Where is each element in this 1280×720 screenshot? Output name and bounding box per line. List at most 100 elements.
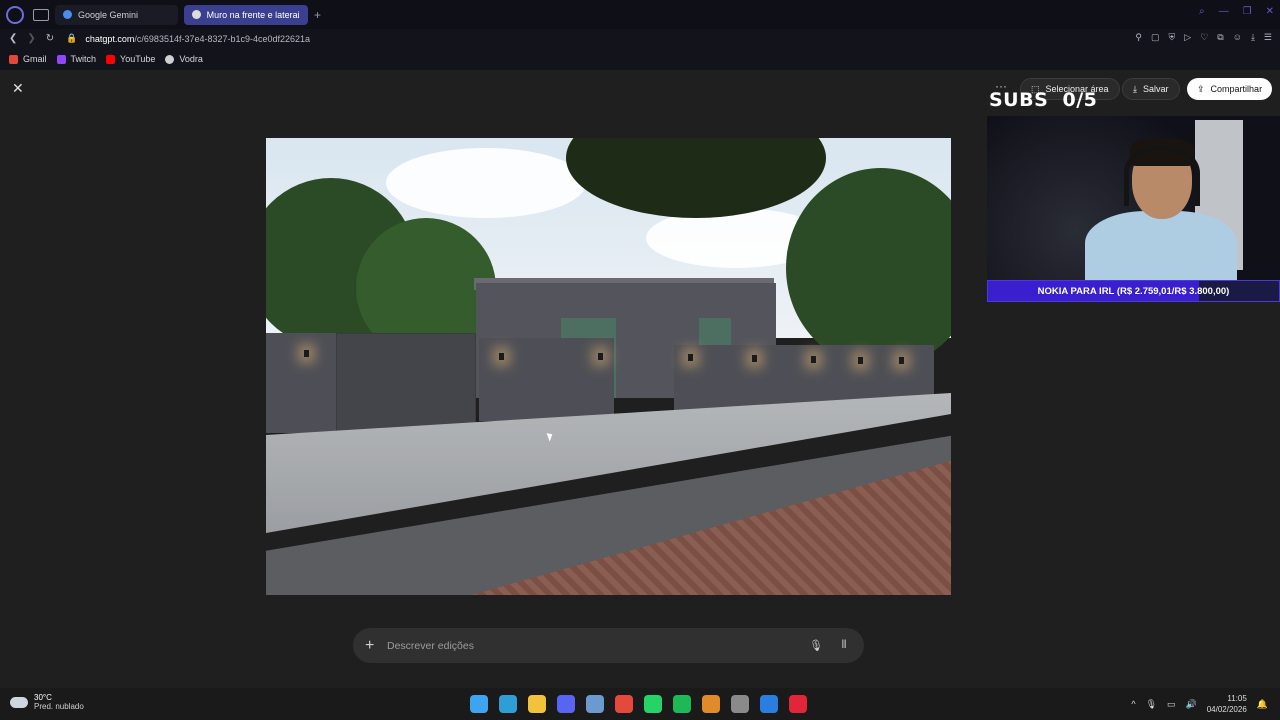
- temperature: 30°C: [34, 693, 52, 702]
- youtube-icon: [106, 54, 116, 64]
- goal-text: NOKIA PARA IRL (R$ 2.759,01/R$ 3.800,00): [1037, 285, 1230, 297]
- download-icon[interactable]: ⤓: [1251, 32, 1255, 43]
- tab-google-gemini[interactable]: Google Gemini: [55, 4, 178, 25]
- windows-start-icon[interactable]: [470, 695, 488, 713]
- subs-count: 0/5: [1062, 89, 1098, 111]
- notifications-icon[interactable]: 🔔: [1257, 699, 1268, 710]
- edge-icon[interactable]: [499, 695, 517, 713]
- reload-icon[interactable]: ↻: [46, 33, 54, 44]
- tab-title: Google Gemini: [78, 9, 139, 20]
- weather-text: Pred. nublado: [34, 702, 84, 711]
- url-field[interactable]: 🔒 chatgpt.com/c/6983514f-37e4-8327-b1c9-…: [66, 33, 310, 44]
- heart-icon[interactable]: ♡: [1200, 32, 1208, 43]
- window-controls: ⌕ — ❐ ✕: [1199, 6, 1274, 17]
- tab-title: Muro na frente e laterais: [206, 9, 300, 20]
- microphone-tray-icon[interactable]: 🎙: [1146, 699, 1157, 710]
- bookmark-vodra[interactable]: Vodra: [165, 54, 203, 64]
- clock-time: 11:05: [1227, 694, 1247, 703]
- system-tray: ^ 🎙 ▭ 🔊 11:05 04/02/2026 🔔: [1131, 693, 1268, 715]
- bookmark-gmail[interactable]: Gmail: [9, 54, 47, 64]
- pin-icon[interactable]: ⚲: [1135, 32, 1142, 43]
- close-viewer-button[interactable]: ✕: [12, 80, 24, 97]
- spotify-icon[interactable]: [673, 695, 691, 713]
- bookmark-label: Gmail: [23, 54, 47, 64]
- extensions-icon[interactable]: ⧉: [1217, 32, 1223, 43]
- gmail-icon: [9, 54, 18, 64]
- twitch-icon: [56, 54, 66, 64]
- streamer-body: [1085, 211, 1237, 280]
- cloudy-icon: [10, 696, 28, 708]
- weather-widget[interactable]: 30°C Pred. nublado: [10, 693, 84, 711]
- forward-icon[interactable]: ❯: [27, 33, 35, 44]
- add-attachment-button[interactable]: +: [365, 637, 385, 655]
- network-icon[interactable]: ▭: [1167, 699, 1176, 710]
- profile-icon[interactable]: ☺: [1233, 32, 1242, 43]
- search-tabs-icon[interactable]: ⌕: [1199, 6, 1205, 17]
- opera-menu-icon[interactable]: [6, 5, 24, 24]
- subs-label: SUBS: [989, 89, 1049, 111]
- wall-lamp: [598, 353, 603, 360]
- easy-setup-icon[interactable]: ☰: [1264, 32, 1272, 43]
- taskbar-apps: [470, 695, 807, 713]
- bookmark-label: Vodra: [179, 54, 203, 64]
- generated-image: [266, 138, 951, 595]
- discord-icon[interactable]: [557, 695, 575, 713]
- save-label: Salvar: [1142, 84, 1169, 94]
- describe-edits-input[interactable]: [387, 639, 796, 652]
- cloud: [386, 148, 586, 218]
- opera-gx-icon[interactable]: [789, 695, 807, 713]
- app-gray-icon[interactable]: [731, 695, 749, 713]
- wall-lamp: [688, 354, 693, 361]
- shield-icon[interactable]: ⛨: [1169, 32, 1176, 43]
- address-bar: ❮ ❯ ↻ 🔒 chatgpt.com/c/6983514f-37e4-8327…: [0, 29, 1280, 48]
- file-explorer-icon[interactable]: [528, 695, 546, 713]
- microphone-icon[interactable]: 🎙: [808, 638, 824, 654]
- url-host: chatgpt.com: [85, 33, 135, 44]
- chrome-icon[interactable]: [615, 695, 633, 713]
- whatsapp-icon[interactable]: [644, 695, 662, 713]
- wall-lamp: [752, 355, 757, 362]
- app-orange-icon[interactable]: [702, 695, 720, 713]
- voice-mode-icon[interactable]: ⦀: [836, 638, 852, 654]
- play-icon[interactable]: ▷: [1184, 32, 1191, 43]
- wall-lamp: [304, 350, 309, 357]
- volume-icon[interactable]: 🔊: [1186, 699, 1197, 710]
- donation-goal-bar: NOKIA PARA IRL (R$ 2.759,01/R$ 3.800,00): [987, 280, 1280, 302]
- clock-date: 04/02/2026: [1206, 705, 1247, 714]
- download-icon: ⤓: [1133, 83, 1137, 94]
- snapshot-icon[interactable]: ▢: [1151, 32, 1160, 43]
- windows-taskbar: 30°C Pred. nublado ^ 🎙 ▭ 🔊 11:05 04/02/2…: [0, 688, 1280, 720]
- bookmark-label: YouTube: [120, 54, 156, 64]
- lock-icon: 🔒: [66, 33, 78, 43]
- extensions: ⚲ ▢ ⛨ ▷ ♡ ⧉ ☺ ⤓ ☰: [1135, 32, 1272, 43]
- wall-lamp: [811, 356, 816, 363]
- wall-lamp: [858, 357, 863, 364]
- vodra-icon: [165, 54, 175, 64]
- new-tab-button[interactable]: +: [314, 8, 321, 22]
- headphones: [1124, 146, 1200, 206]
- wall-segment: [479, 338, 614, 421]
- chatgpt-icon: [192, 10, 201, 19]
- share-label: Compartilhar: [1210, 84, 1263, 94]
- back-icon[interactable]: ❮: [9, 33, 17, 44]
- url-path: /c/6983514f-37e4-8327-b1c9-4ce0df22621a: [134, 33, 311, 44]
- webcam-overlay: [987, 116, 1280, 280]
- close-window-button[interactable]: ✕: [1266, 6, 1274, 17]
- bookmark-label: Twitch: [70, 54, 97, 64]
- show-hidden-icons[interactable]: ^: [1131, 699, 1135, 709]
- tab-islands-icon[interactable]: [33, 8, 49, 21]
- clock[interactable]: 11:05 04/02/2026: [1207, 693, 1247, 715]
- wall-segment: [266, 333, 336, 433]
- app-blue-icon[interactable]: [760, 695, 778, 713]
- wall-lamp: [499, 353, 504, 360]
- share-button[interactable]: ⇪ Compartilhar: [1187, 78, 1273, 100]
- steam-icon[interactable]: [586, 695, 604, 713]
- subs-counter: SUBS 0/5: [989, 89, 1097, 111]
- save-button[interactable]: ⤓ Salvar: [1122, 78, 1180, 100]
- tab-muro-na-frente[interactable]: Muro na frente e laterais: [184, 4, 308, 25]
- maximize-button[interactable]: ❐: [1243, 6, 1252, 17]
- image-viewer: ✕ ··· ⬚ Selecionar área ⤓ Salvar ⇪ Comparti…: [0, 70, 1280, 688]
- bookmark-twitch[interactable]: Twitch: [56, 54, 97, 64]
- bookmark-youtube[interactable]: YouTube: [106, 54, 155, 64]
- minimize-button[interactable]: —: [1219, 6, 1229, 17]
